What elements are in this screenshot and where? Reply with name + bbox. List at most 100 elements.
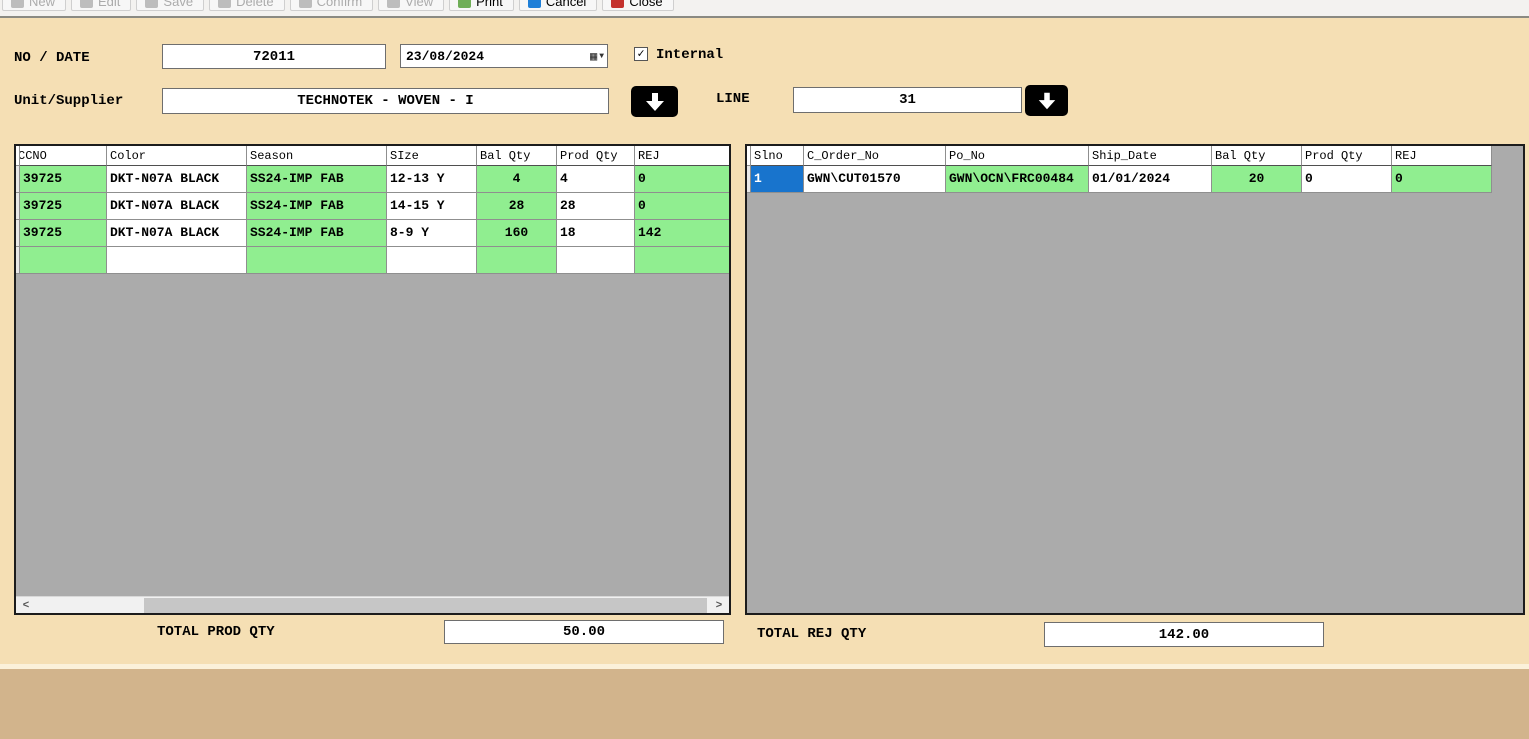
total-prod-qty-label: TOTAL PROD QTY xyxy=(157,624,275,640)
grid-cell[interactable]: 28 xyxy=(557,193,635,220)
right-grid: SlnoC_Order_NoPo_NoShip_DateBal QtyProd … xyxy=(745,144,1525,615)
line-dropdown-button[interactable] xyxy=(1025,85,1068,116)
grid-cell[interactable]: 1 xyxy=(751,166,804,193)
grid-cell[interactable] xyxy=(635,247,731,274)
grid-cell[interactable] xyxy=(247,247,387,274)
grid-cell[interactable]: 160 xyxy=(477,220,557,247)
column-header-ship-date[interactable]: Ship_Date xyxy=(1089,146,1212,166)
grid-cell[interactable]: 0 xyxy=(1392,166,1492,193)
grid-cell[interactable]: 39725 xyxy=(20,166,107,193)
toolbar-button-label: Print xyxy=(476,0,503,9)
column-header-rej[interactable]: REJ xyxy=(635,146,731,166)
grid-cell[interactable] xyxy=(477,247,557,274)
toolbar-button-row: New Edit Save Delete Confirm View Print Cancel C… xyxy=(2,0,674,11)
toolbar-button-label: Confirm xyxy=(317,0,363,9)
table-row: 39725DKT-N07A BLACKSS24-IMP FAB12-13 Y44… xyxy=(16,166,729,193)
toolbar-button-label: Edit xyxy=(98,0,120,9)
scroll-left-icon[interactable]: < xyxy=(18,597,34,613)
unit-supplier-dropdown-button[interactable] xyxy=(631,86,678,117)
grid-cell[interactable]: 4 xyxy=(477,166,557,193)
total-prod-qty-input[interactable] xyxy=(444,620,724,644)
grid-cell[interactable]: SS24-IMP FAB xyxy=(247,220,387,247)
toolbar-button-label: New xyxy=(29,0,55,9)
view-icon xyxy=(387,0,400,8)
grid-cell[interactable]: 4 xyxy=(557,166,635,193)
down-arrow-icon xyxy=(1036,90,1058,112)
internal-checkbox[interactable]: ✓ xyxy=(634,47,648,61)
grid-cell[interactable]: 39725 xyxy=(20,193,107,220)
table-row: 1GWN\CUT01570GWN\OCN\FRC0048401/01/20242… xyxy=(747,166,1523,193)
grid-cell[interactable]: 12-13 Y xyxy=(387,166,477,193)
line-input[interactable] xyxy=(793,87,1022,113)
column-header-color[interactable]: Color xyxy=(107,146,247,166)
grid-cell[interactable]: DKT-N07A BLACK xyxy=(107,220,247,247)
line-label: LINE xyxy=(716,91,750,107)
scroll-right-icon[interactable]: > xyxy=(711,597,727,613)
date-picker[interactable]: 23/08/2024 ▦ ▼ xyxy=(400,44,608,68)
column-header-rej[interactable]: REJ xyxy=(1392,146,1492,166)
right-grid-body: SlnoC_Order_NoPo_NoShip_DateBal QtyProd … xyxy=(747,146,1523,193)
chevron-down-icon[interactable]: ▼ xyxy=(599,52,604,61)
grid-cell[interactable] xyxy=(387,247,477,274)
edit-button: Edit xyxy=(71,0,131,11)
grid-cell[interactable]: DKT-N07A BLACK xyxy=(107,193,247,220)
grid-cell[interactable]: 18 xyxy=(557,220,635,247)
column-header-slno[interactable]: Slno xyxy=(751,146,804,166)
grid-cell[interactable]: 39725 xyxy=(20,220,107,247)
grid-cell[interactable]: GWN\OCN\FRC00484 xyxy=(946,166,1089,193)
grid-cell[interactable]: SS24-IMP FAB xyxy=(247,193,387,220)
column-header-size[interactable]: SIze xyxy=(387,146,477,166)
date-value: 23/08/2024 xyxy=(406,49,484,64)
total-rej-qty-input[interactable] xyxy=(1044,622,1324,647)
bottom-band xyxy=(0,669,1529,739)
close-button[interactable]: Close xyxy=(602,0,673,11)
column-header-season[interactable]: Season xyxy=(247,146,387,166)
view-button: View xyxy=(378,0,444,11)
cancel-button[interactable]: Cancel xyxy=(519,0,597,11)
column-header-ccno[interactable]: CCNO xyxy=(20,146,107,166)
column-header-po-no[interactable]: Po_No xyxy=(946,146,1089,166)
left-grid: CCNOColorSeasonSIzeBal QtyProd QtyREJ397… xyxy=(14,144,731,615)
print-button[interactable]: Print xyxy=(449,0,514,11)
unit-supplier-input[interactable] xyxy=(162,88,609,114)
column-header-bal-qty[interactable]: Bal Qty xyxy=(477,146,557,166)
scrollbar-thumb[interactable] xyxy=(144,598,707,613)
grid-cell[interactable]: 142 xyxy=(635,220,731,247)
grid-cell[interactable]: 01/01/2024 xyxy=(1089,166,1212,193)
column-header-c-order-no[interactable]: C_Order_No xyxy=(804,146,946,166)
delete-button: Delete xyxy=(209,0,285,11)
column-header-bal-qty[interactable]: Bal Qty xyxy=(1212,146,1302,166)
no-date-label: NO / DATE xyxy=(14,50,90,66)
grid-cell[interactable]: 28 xyxy=(477,193,557,220)
table-row: 39725DKT-N07A BLACKSS24-IMP FAB8-9 Y1601… xyxy=(16,220,729,247)
grid-cell[interactable]: 20 xyxy=(1212,166,1302,193)
new-button: New xyxy=(2,0,66,11)
grid-cell[interactable]: GWN\CUT01570 xyxy=(804,166,946,193)
grid-cell[interactable] xyxy=(107,247,247,274)
edit-icon xyxy=(80,0,93,8)
print-icon xyxy=(458,0,471,8)
toolbar-button-label: Save xyxy=(163,0,193,9)
total-rej-qty-label: TOTAL REJ QTY xyxy=(757,626,866,642)
grid-cell[interactable]: 14-15 Y xyxy=(387,193,477,220)
down-arrow-icon xyxy=(643,91,667,113)
confirm-button: Confirm xyxy=(290,0,374,11)
grid-cell[interactable]: 0 xyxy=(635,166,731,193)
grid-cell[interactable]: 0 xyxy=(635,193,731,220)
column-header-prod-qty[interactable]: Prod Qty xyxy=(1302,146,1392,166)
cancel-icon xyxy=(528,0,541,8)
delete-icon xyxy=(218,0,231,8)
grid-cell[interactable]: 0 xyxy=(1302,166,1392,193)
no-input[interactable] xyxy=(162,44,386,69)
grid-header-row: CCNOColorSeasonSIzeBal QtyProd QtyREJ xyxy=(16,146,729,166)
grid-cell[interactable] xyxy=(20,247,107,274)
grid-cell[interactable]: DKT-N07A BLACK xyxy=(107,166,247,193)
grid-header-row: SlnoC_Order_NoPo_NoShip_DateBal QtyProd … xyxy=(747,146,1523,166)
horizontal-scrollbar[interactable]: < > xyxy=(16,596,729,613)
column-header-prod-qty[interactable]: Prod Qty xyxy=(557,146,635,166)
grid-cell[interactable]: 8-9 Y xyxy=(387,220,477,247)
confirm-icon xyxy=(299,0,312,8)
grid-cell[interactable]: SS24-IMP FAB xyxy=(247,166,387,193)
internal-label: Internal xyxy=(656,47,723,63)
grid-cell[interactable] xyxy=(557,247,635,274)
